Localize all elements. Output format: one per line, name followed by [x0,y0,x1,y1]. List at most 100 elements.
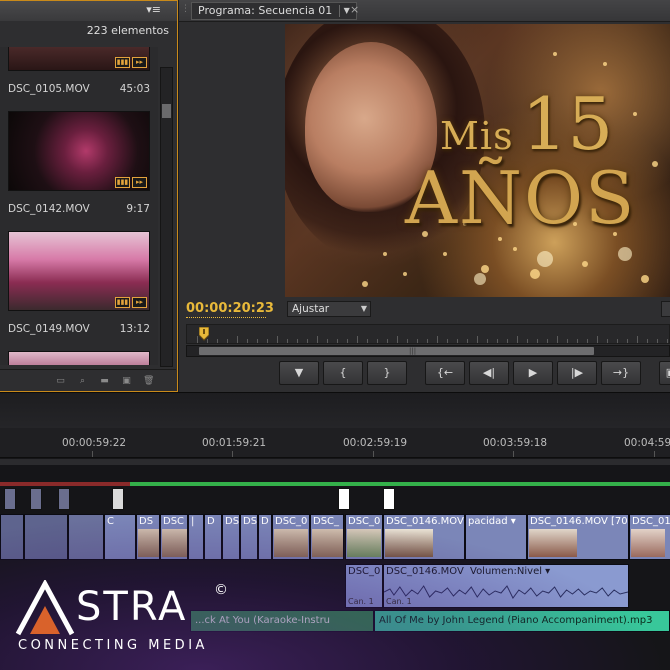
mark-out-button[interactable]: } [367,361,407,385]
step-forward-button[interactable]: |▶ [557,361,597,385]
clip-list[interactable]: ▮▮▮ ▸▸ DSC_0105.MOV 45:03 ▮▮▮ ▸▸ DSC_0142.… [0,47,158,365]
audio-clip[interactable]: DSC_0146.MOV Volumen:Nivel ▾ Can. 1 [383,564,629,608]
search-icon[interactable]: ⌕ [77,376,88,386]
clip-label: D [207,516,215,527]
ruler-label: 00:03:59:18 [483,437,548,449]
video-clip[interactable]: D [258,514,272,560]
video-clip[interactable]: DSC_01 [629,514,670,560]
ruler-tick [257,339,258,343]
video-clip[interactable]: DS [136,514,160,560]
video-clip[interactable] [0,514,24,560]
video-title-number: 15 [521,82,614,166]
v2-clip[interactable] [112,488,124,510]
music-clip[interactable]: All Of Me by John Legend (Piano Accompan… [374,610,670,632]
clip-label: pacidad ▾ [468,516,516,527]
playhead-timecode[interactable]: 00:00:20:23 [186,301,274,316]
add-marker-button[interactable]: ▼ [279,361,319,385]
list-item[interactable]: ▮▮▮ ▸▸ DSC_0105.MOV 45:03 [0,47,158,97]
list-item[interactable]: ▮▮▮ ▸▸ DSC_0142.MOV 9:17 [0,111,158,225]
ruler-tick [407,339,408,343]
list-item[interactable] [0,351,158,365]
playhead-icon[interactable] [199,327,209,341]
ruler-tick [527,339,528,343]
new-bin-icon[interactable]: ▬ [99,376,110,386]
video-clip[interactable]: DSC_0146.MOV [383,514,465,560]
video-clip[interactable]: pacidad ▾ [465,514,527,560]
transport-controls: ▼ { } {← ◀| ▶ |▶ →} ▣ [279,361,670,385]
program-monitor: ⋮⋮ Programa: Secuencia 01 ▼ × Mis 15 AÑO… [179,0,670,392]
clip-thumbnail: ▮▮▮ ▸▸ [8,231,150,311]
panel-menu-icon[interactable]: ▾≡ [146,3,161,16]
video-clip[interactable]: DSC_0 [272,514,310,560]
video-clip[interactable]: D [204,514,222,560]
zoom-scrollbar-thumb[interactable]: ||| [199,347,594,355]
ruler-tick [557,336,558,343]
tab-program[interactable]: Programa: Secuencia 01 ▼ [191,2,358,20]
project-scrollbar[interactable] [160,67,173,367]
ruler-tick [577,339,578,343]
video-clip[interactable]: DSC_0146.MOV [70 [527,514,629,560]
ruler-tick [307,339,308,343]
timeline-ruler[interactable]: 00:00:59:22 00:01:59:21 00:02:59:19 00:0… [0,428,670,458]
brand-logo: STRA © CONNECTING MEDIA [14,580,234,660]
program-viewer[interactable]: Mis 15 AÑOS [285,24,670,297]
video-title-line1: Mis 15 [440,82,613,166]
clip-label: C [107,516,114,527]
mark-in-button[interactable]: { [323,361,363,385]
video-clip[interactable]: | [188,514,204,560]
clip-thumbnail: ▮▮▮ ▸▸ [8,47,150,71]
go-to-in-button[interactable]: {← [425,361,465,385]
video-clip[interactable] [68,514,104,560]
marker-icon: ▼ [294,366,304,379]
ruler-tick [467,339,468,343]
video-clip[interactable]: C [104,514,136,560]
video-badge-icon: ▮▮▮ [115,297,130,308]
list-item[interactable]: ▮▮▮ ▸▸ DSC_0149.MOV 13:12 [0,231,158,345]
video-clip[interactable]: DS [240,514,258,560]
play-button[interactable]: ▶ [513,361,553,385]
monitor-time-ruler[interactable] [186,324,670,344]
ruler-tick [517,336,518,343]
ruler-tick [217,339,218,343]
monitor-zoom-scrollbar[interactable]: ||| [186,345,670,357]
logo-registered-mark: © [214,582,228,598]
audio-clip[interactable]: DSC_0 Can. 1 [345,564,383,608]
project-footer: ▭ ⌕ ▬ ▣ 🗑 [0,369,176,391]
ruler-tick [287,339,288,343]
export-frame-button[interactable]: ▣ [659,361,670,385]
video-clip[interactable]: DSC [160,514,188,560]
video-clip[interactable]: DS [222,514,240,560]
new-item-icon[interactable]: ▣ [121,376,132,386]
v2-clip[interactable] [383,488,395,510]
ruler-tick [487,339,488,343]
v2-clip[interactable] [4,488,16,510]
channel-label: Can. 1 [348,597,374,606]
v2-clip[interactable] [338,488,350,510]
scrollbar-thumb[interactable] [162,104,171,118]
ruler-tick [587,339,588,343]
step-back-button[interactable]: ◀| [469,361,509,385]
close-icon[interactable]: × [350,3,359,16]
video-clip[interactable]: DSC_ [310,514,344,560]
zoom-level-select[interactable]: Ajustar ▼ [287,301,371,317]
go-to-out-button[interactable]: →} [601,361,641,385]
ruler-tick [397,336,398,343]
list-view-icon[interactable]: ▭ [55,376,66,386]
logo-wordmark: STRA [76,584,188,630]
clip-label: DS [243,516,258,527]
v2-clip[interactable] [30,488,42,510]
v2-clip[interactable] [58,488,70,510]
video-clip[interactable] [24,514,68,560]
ruler-label: 00:01:59:21 [202,437,267,449]
clip-label: DSC_0 [275,516,308,527]
settings-button[interactable] [661,301,670,317]
ruler-tick [277,336,278,343]
volume-keyframe-menu[interactable]: Volumen:Nivel ▾ [470,566,550,577]
clip-duration: 13:12 [119,323,150,335]
ruler-tick [337,339,338,343]
video-clip[interactable]: DSC_0 [345,514,383,560]
clip-label: DSC_ [313,516,340,527]
delete-icon[interactable]: 🗑 [143,376,154,386]
ruler-tick [227,339,228,343]
work-area-bar[interactable] [0,459,670,465]
